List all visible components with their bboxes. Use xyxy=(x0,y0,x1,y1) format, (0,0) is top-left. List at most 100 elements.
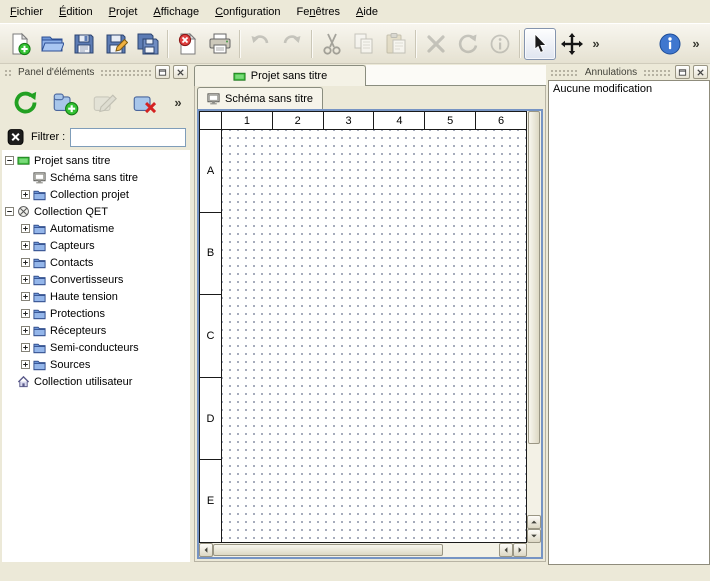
project-icon xyxy=(233,70,246,83)
rotate-button xyxy=(452,28,484,60)
sheet-main: ABCDE xyxy=(200,130,526,542)
toolbar-separator xyxy=(311,30,313,58)
delete-button xyxy=(420,28,452,60)
dock-handle[interactable] xyxy=(550,68,579,76)
schema-canvas[interactable] xyxy=(222,130,526,542)
new-element-button[interactable] xyxy=(46,84,84,120)
tree-expander-plus-icon[interactable] xyxy=(21,241,33,250)
about-button[interactable] xyxy=(654,28,686,60)
schema-view-body: 123456 ABCDE xyxy=(199,111,541,543)
toolbar-overflow-button[interactable]: » xyxy=(588,28,604,60)
tree-expander-plus-icon[interactable] xyxy=(21,275,33,284)
horizontal-scrollbar[interactable] xyxy=(199,543,527,557)
dock-handle[interactable] xyxy=(4,68,12,76)
horizontal-scrollbar-track[interactable] xyxy=(443,543,499,557)
scroll-down-button[interactable] xyxy=(527,529,541,543)
selection-mode-button[interactable] xyxy=(524,28,556,60)
menu-item-projet[interactable]: Projet xyxy=(101,3,146,21)
tree-expander-plus-icon[interactable] xyxy=(21,343,33,352)
menu-item-affichage[interactable]: Affichage xyxy=(145,3,207,21)
main-toolbar: » » xyxy=(0,23,710,64)
pan-mode-button[interactable] xyxy=(556,28,588,60)
tree-item-label: Automatisme xyxy=(50,223,114,235)
project-tabbar: Projet sans titre xyxy=(194,64,546,86)
float-undo-panel-button[interactable] xyxy=(675,65,690,79)
vertical-scrollbar-track[interactable] xyxy=(527,444,541,515)
tree-expander-plus-icon[interactable] xyxy=(21,258,33,267)
tree-item-label: Schéma sans titre xyxy=(50,172,138,184)
tree-item[interactable]: Protections xyxy=(2,305,190,322)
filter-row: Filtrer : xyxy=(2,124,190,150)
panel-toolbar-overflow-button[interactable]: » xyxy=(170,84,186,120)
menu-item-edition[interactable]: Édition xyxy=(51,3,101,21)
mdi-area: Projet sans titre Schéma sans titre 1234… xyxy=(194,64,546,562)
menu-item-aide[interactable]: Aide xyxy=(348,3,386,21)
menu-item-configuration[interactable]: Configuration xyxy=(207,3,288,21)
tree-item[interactable]: Convertisseurs xyxy=(2,271,190,288)
open-project-button[interactable] xyxy=(36,28,68,60)
float-elements-panel-button[interactable] xyxy=(155,65,170,79)
tree-item[interactable]: Collection utilisateur xyxy=(2,373,190,390)
tree-expander-plus-icon[interactable] xyxy=(21,326,33,335)
tree-item[interactable]: Collection projet xyxy=(2,186,190,203)
tree-item[interactable]: Automatisme xyxy=(2,220,190,237)
horizontal-scrollbar-thumb[interactable] xyxy=(213,544,443,556)
tree-expander-minus-icon[interactable] xyxy=(5,156,17,165)
tree-item[interactable]: Contacts xyxy=(2,254,190,271)
tree-expander-minus-icon[interactable] xyxy=(5,207,17,216)
reload-collections-button[interactable] xyxy=(6,84,44,120)
tab-schema-sans-titre[interactable]: Schéma sans titre xyxy=(197,87,323,109)
clear-filter-button[interactable] xyxy=(6,127,26,147)
undo-list[interactable]: Aucune modification xyxy=(548,80,710,565)
dock-handle[interactable] xyxy=(643,68,672,76)
save-all-button[interactable] xyxy=(132,28,164,60)
scroll-left-button[interactable] xyxy=(199,543,213,557)
tree-item-label: Haute tension xyxy=(50,291,118,303)
close-elements-panel-button[interactable] xyxy=(173,65,188,79)
schema-tabbar: Schéma sans titre xyxy=(195,86,545,109)
scroll-up-button[interactable] xyxy=(527,515,541,529)
tree-item[interactable]: Collection QET xyxy=(2,203,190,220)
tree-item-label: Sources xyxy=(50,359,90,371)
tree-item[interactable]: Haute tension xyxy=(2,288,190,305)
scroll-right-button[interactable] xyxy=(513,543,527,557)
menu-item-fenetres[interactable]: Fenêtres xyxy=(289,3,348,21)
print-button[interactable] xyxy=(204,28,236,60)
edit-element-icon xyxy=(92,89,119,116)
new-project-button[interactable] xyxy=(4,28,36,60)
dock-handle[interactable] xyxy=(100,68,152,76)
save-button[interactable] xyxy=(68,28,100,60)
elements-panel-titlebar: Panel d'éléments xyxy=(2,64,190,80)
vertical-scrollbar-thumb[interactable] xyxy=(528,111,540,444)
tree-item[interactable]: Projet sans titre xyxy=(2,152,190,169)
scroll-left-button-end[interactable] xyxy=(499,543,513,557)
vertical-scrollbar[interactable] xyxy=(527,111,541,543)
tab-projet-sans-titre[interactable]: Projet sans titre xyxy=(194,65,366,86)
save-as-button[interactable] xyxy=(100,28,132,60)
close-undo-panel-button[interactable] xyxy=(693,65,708,79)
save-all-icon xyxy=(136,32,160,56)
toolbar-main-buttons: » xyxy=(4,24,604,63)
tree-item[interactable]: Semi-conducteurs xyxy=(2,339,190,356)
pointer-icon xyxy=(528,32,552,56)
close-file-button[interactable] xyxy=(172,28,204,60)
folder-icon xyxy=(33,222,46,235)
menu-item-fichier[interactable]: Fichier xyxy=(2,3,51,21)
tree-expander-plus-icon[interactable] xyxy=(21,224,33,233)
tree-item[interactable]: Récepteurs xyxy=(2,322,190,339)
tree-expander-plus-icon[interactable] xyxy=(21,360,33,369)
delete-element-button[interactable] xyxy=(126,84,164,120)
tree-expander-plus-icon[interactable] xyxy=(21,309,33,318)
right-toolbar-overflow-button[interactable]: » xyxy=(688,28,704,60)
filter-input[interactable] xyxy=(70,128,186,147)
tree-expander-plus-icon[interactable] xyxy=(21,292,33,301)
row-header: B xyxy=(200,213,221,296)
tree-item-label: Collection QET xyxy=(34,206,108,218)
chevron-icon: » xyxy=(689,37,703,51)
row-header: C xyxy=(200,295,221,378)
tree-item[interactable]: Schéma sans titre xyxy=(2,169,190,186)
tree-item[interactable]: Capteurs xyxy=(2,237,190,254)
tree-expander-plus-icon[interactable] xyxy=(21,190,33,199)
tree-item[interactable]: Sources xyxy=(2,356,190,373)
column-headers: 123456 xyxy=(222,112,526,129)
